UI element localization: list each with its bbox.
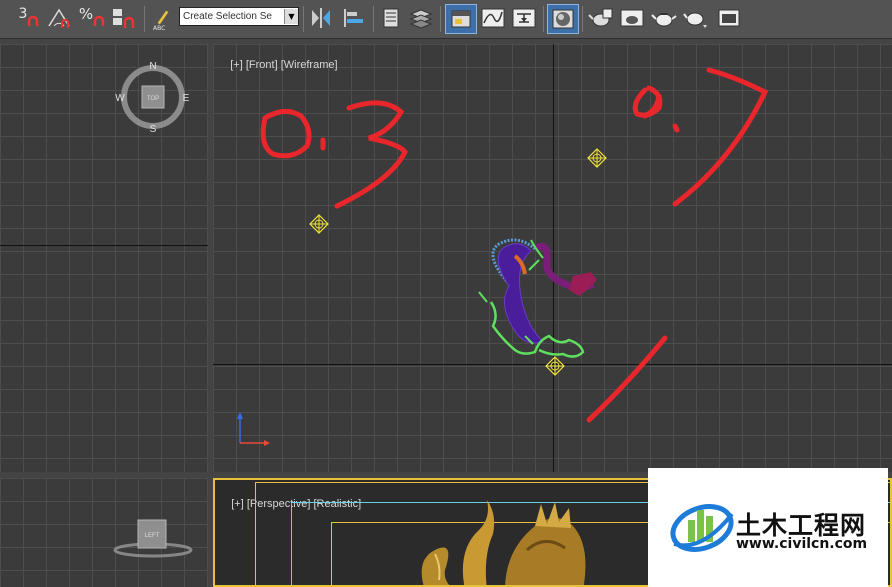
viewcube-face-left: LEFT	[145, 533, 160, 539]
toggle-ribbon-button[interactable]	[445, 4, 477, 34]
material-editor-button[interactable]	[547, 4, 579, 34]
image-window-icon	[718, 9, 740, 27]
mirror-icon	[312, 8, 330, 28]
main-toolbar: 3 % ABC Create Selection Se ▼	[0, 0, 892, 39]
compass-south: S	[150, 124, 157, 134]
render-setup-button[interactable]	[587, 4, 615, 32]
toolbar-separator	[144, 6, 145, 32]
toolbar-separator	[303, 6, 304, 32]
watermark-url: www.civilcn.com	[736, 536, 868, 552]
spinner-snap-button[interactable]	[110, 4, 138, 32]
compass-west: W	[115, 93, 125, 104]
spinner-snap-icon	[113, 9, 135, 28]
layers-icon	[409, 9, 433, 29]
layer-explorer-button[interactable]	[407, 4, 435, 32]
align-button[interactable]	[340, 4, 368, 32]
viewcube[interactable]: LEFT	[110, 514, 196, 564]
front-scene	[237, 67, 769, 446]
watermark-logo: 土木工程网 www.civilcn.com	[648, 468, 888, 587]
viewcube[interactable]: TOP N S E W	[110, 58, 196, 134]
schematic-icon	[512, 8, 536, 28]
list-icon	[383, 8, 399, 28]
align-icon	[344, 9, 363, 27]
curve-editor-icon	[481, 8, 505, 28]
selection-set-value: Create Selection Se	[183, 11, 272, 22]
dragon-model[interactable]	[478, 238, 597, 358]
render-iterative-button[interactable]	[682, 4, 710, 32]
viewcube-face-top: TOP	[147, 96, 159, 102]
percent-label: %	[78, 5, 94, 23]
annotation-0-3	[260, 100, 408, 209]
annotation-0-7	[632, 67, 769, 207]
annotation-slash	[586, 335, 668, 423]
percent-snap-button[interactable]: %	[78, 4, 106, 32]
omni-light-icon[interactable]	[587, 148, 607, 168]
snap-3d-button[interactable]: 3	[16, 4, 42, 32]
compass-east: E	[183, 93, 190, 104]
schematic-view-button[interactable]	[510, 4, 538, 32]
compass-north: N	[149, 61, 156, 72]
render-production-button[interactable]	[650, 4, 678, 32]
chevron-down-icon[interactable]: ▼	[284, 9, 298, 24]
omni-light-icon[interactable]	[309, 214, 329, 234]
mirror-button[interactable]	[307, 4, 335, 32]
toolbar-separator	[582, 6, 583, 32]
toolbar-separator	[440, 6, 441, 32]
magnet-icon	[28, 16, 39, 26]
magnet-icon	[93, 16, 105, 26]
ribbon-icon	[451, 10, 471, 28]
angle-snap-icon	[48, 8, 70, 28]
axis-tripod-icon	[237, 412, 270, 446]
rendered-frame-window-button[interactable]	[618, 4, 646, 32]
snap-3d-label: 3	[18, 6, 28, 22]
left-viewport[interactable]: LEFT	[0, 478, 208, 587]
material-sphere-icon	[552, 9, 574, 29]
teapot-icon	[651, 13, 677, 27]
render-window-button[interactable]	[715, 4, 743, 32]
selection-set-dropdown[interactable]: Create Selection Se ▼	[179, 7, 299, 26]
edit-named-selection-button[interactable]: ABC	[148, 4, 176, 32]
teapot-flyout-icon	[683, 12, 707, 28]
civilcn-logo-icon	[670, 504, 734, 552]
abc-label: ABC	[153, 25, 166, 32]
dragon-render	[421, 500, 586, 585]
scene-explorer-button[interactable]	[378, 4, 404, 32]
teapot-window-icon	[620, 9, 644, 27]
omni-light-icon[interactable]	[545, 356, 565, 376]
toolbar-separator	[373, 6, 374, 32]
front-viewport[interactable]: [+] [Front] [Wireframe]	[213, 44, 892, 472]
top-viewport[interactable]: TOP N S E W	[0, 44, 208, 472]
toolbar-separator	[543, 6, 544, 32]
x-axis-line	[0, 245, 208, 246]
curve-editor-button[interactable]	[479, 4, 507, 32]
angle-snap-button[interactable]	[45, 4, 73, 32]
viewport-general-menu[interactable]: [+]	[231, 498, 244, 510]
teapot-gear-icon	[588, 8, 613, 27]
